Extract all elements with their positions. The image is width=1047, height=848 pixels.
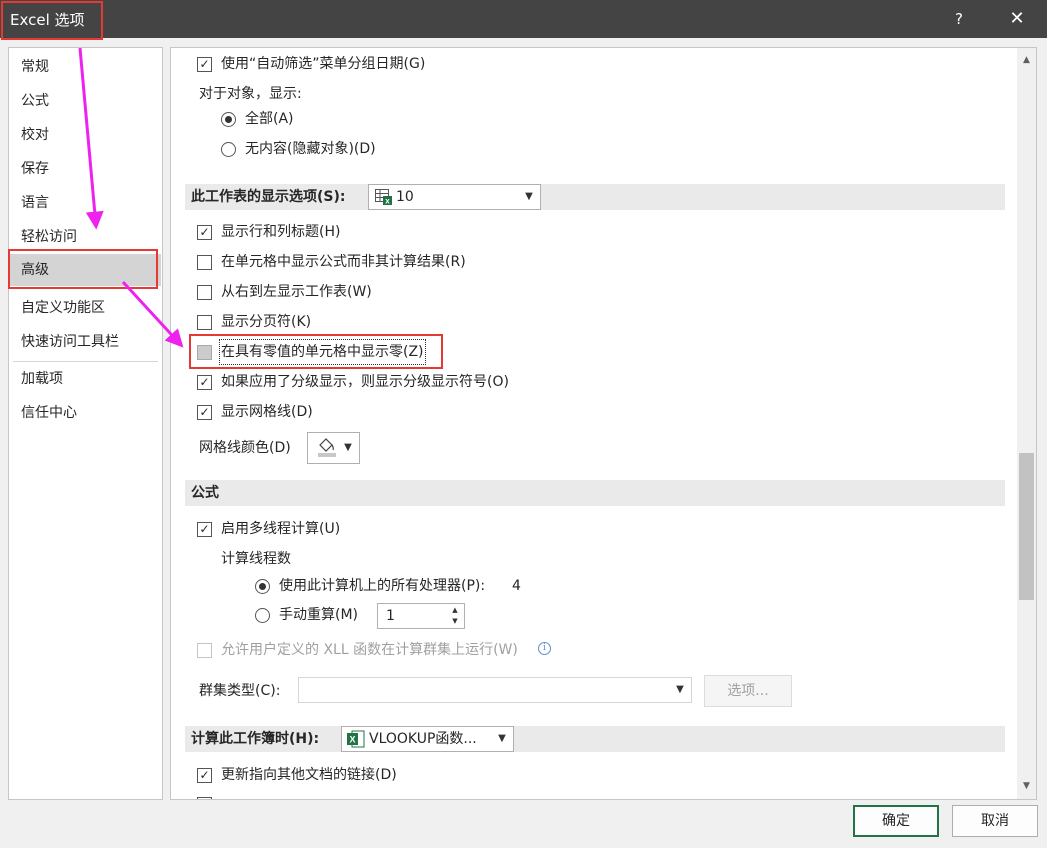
chevron-down-icon: ▼ [498, 733, 506, 744]
show-outline-symbols-checkbox[interactable]: ✓ [197, 375, 212, 390]
stepper-down-icon[interactable]: ▼ [449, 616, 461, 627]
formula-section-header: 公式 [185, 480, 1005, 506]
nav-item-trust-center[interactable]: 信任中心 [10, 397, 161, 429]
svg-text:x: x [385, 197, 390, 206]
filter-group-dates-label: 使用“自动筛选”菜单分组日期(G) [221, 56, 426, 72]
excel-sheet-icon: x [375, 189, 393, 213]
help-button[interactable]: ? [940, 0, 978, 38]
worksheet-selector-value: 10 [396, 189, 414, 205]
nav-divider [13, 361, 158, 362]
workbook-calc-section-title: 计算此工作簿时(H): [191, 731, 320, 747]
advanced-options-panel: ✓ 使用“自动筛选”菜单分组日期(G) 对于对象，显示: 全部(A) 无内容(隐… [170, 47, 1037, 800]
show-outline-symbols-label: 如果应用了分级显示，则显示分级显示符号(O) [221, 374, 509, 390]
stepper-up-icon[interactable]: ▲ [449, 605, 461, 616]
vertical-scrollbar[interactable]: ▲ ▼ [1017, 48, 1036, 799]
formula-section-title: 公式 [191, 485, 219, 501]
right-to-left-checkbox[interactable] [197, 285, 212, 300]
objects-all-radio[interactable] [221, 112, 236, 127]
title-bar: Excel 选项 ? ✕ [0, 0, 1047, 38]
show-row-col-headers-label: 显示行和列标题(H) [221, 224, 341, 240]
worksheet-selector-dropdown[interactable]: x 10 ▼ [368, 184, 541, 210]
processor-count-value: 4 [512, 578, 521, 594]
objects-all-label: 全部(A) [245, 111, 294, 127]
show-gridlines-checkbox[interactable]: ✓ [197, 405, 212, 420]
close-button[interactable]: ✕ [996, 0, 1038, 38]
filter-group-dates-checkbox[interactable]: ✓ [197, 57, 212, 72]
nav-item-add-ins[interactable]: 加载项 [10, 363, 161, 395]
xll-cluster-checkbox[interactable] [197, 643, 212, 658]
nav-item-quick-access-toolbar[interactable]: 快速访问工具栏 [10, 326, 161, 358]
multithread-label: 启用多线程计算(U) [221, 521, 341, 537]
cluster-type-label: 群集类型(C): [199, 683, 281, 699]
thread-count-label: 计算线程数 [221, 551, 291, 567]
cluster-options-button[interactable]: 选项... [704, 675, 792, 707]
chevron-down-icon: ▼ [525, 191, 533, 202]
nav-item-save[interactable]: 保存 [10, 153, 161, 185]
svg-text:X: X [349, 735, 355, 745]
info-icon: i [538, 642, 551, 655]
nav-item-formulas[interactable]: 公式 [10, 85, 161, 117]
advanced-highlight-box [8, 249, 158, 289]
chevron-down-icon: ▼ [676, 684, 684, 695]
multithread-checkbox[interactable]: ✓ [197, 522, 212, 537]
manual-threads-value: 1 [386, 608, 395, 624]
right-to-left-label: 从右到左显示工作表(W) [221, 284, 372, 300]
show-formulas-label: 在单元格中显示公式而非其计算结果(R) [221, 254, 466, 270]
scroll-down-icon[interactable]: ▼ [1019, 777, 1034, 795]
ok-button[interactable]: 确定 [853, 805, 939, 837]
xll-cluster-label: 允许用户定义的 XLL 函数在计算群集上运行(W) [221, 642, 518, 658]
objects-none-label: 无内容(隐藏对象)(D) [245, 141, 376, 157]
manual-threads-label: 手动重算(M) [279, 607, 359, 623]
paint-bucket-icon [316, 436, 338, 466]
worksheet-display-section-title: 此工作表的显示选项(S): [191, 189, 346, 205]
show-page-breaks-checkbox[interactable] [197, 315, 212, 330]
cancel-button[interactable]: 取消 [952, 805, 1038, 837]
gridline-color-picker[interactable]: ▼ [307, 432, 360, 464]
category-nav: 常规 公式 校对 保存 语言 轻松访问 高级 自定义功能区 快速访问工具栏 加载… [8, 47, 163, 800]
worksheet-display-section-header: 此工作表的显示选项(S): [185, 184, 1005, 210]
use-all-processors-radio[interactable] [255, 579, 270, 594]
show-gridlines-label: 显示网格线(D) [221, 404, 313, 420]
cluster-type-dropdown[interactable]: ▼ [298, 677, 692, 703]
update-links-checkbox[interactable]: ✓ [197, 768, 212, 783]
scroll-thumb[interactable] [1019, 453, 1034, 600]
manual-threads-stepper[interactable]: 1 ▲ ▼ [377, 603, 465, 629]
manual-threads-radio[interactable] [255, 608, 270, 623]
nav-item-proofing[interactable]: 校对 [10, 119, 161, 151]
nav-item-customize-ribbon[interactable]: 自定义功能区 [10, 292, 161, 324]
excel-workbook-icon: X [347, 730, 365, 756]
objects-none-radio[interactable] [221, 142, 236, 157]
zero-value-highlight-box [189, 334, 443, 369]
nav-item-language[interactable]: 语言 [10, 187, 161, 219]
workbook-calc-section-header: 计算此工作簿时(H): [185, 726, 1005, 752]
workbook-selector-dropdown[interactable]: X VLOOKUP函数... ▼ [341, 726, 514, 752]
show-row-col-headers-checkbox[interactable]: ✓ [197, 225, 212, 240]
update-links-label: 更新指向其他文档的链接(D) [221, 767, 397, 783]
show-page-breaks-label: 显示分页符(K) [221, 314, 312, 330]
nav-item-general[interactable]: 常规 [10, 51, 161, 83]
title-highlight-box [1, 1, 103, 40]
objects-display-label: 对于对象，显示: [199, 86, 302, 102]
show-formulas-checkbox[interactable] [197, 255, 212, 270]
workbook-selector-value: VLOOKUP函数... [369, 731, 477, 747]
partial-next-checkbox[interactable]: ✓ [197, 797, 212, 799]
scroll-up-icon[interactable]: ▲ [1019, 51, 1034, 69]
gridline-color-label: 网格线颜色(D) [199, 440, 291, 456]
chevron-down-icon: ▼ [344, 442, 352, 453]
use-all-processors-label: 使用此计算机上的所有处理器(P): [279, 578, 486, 594]
